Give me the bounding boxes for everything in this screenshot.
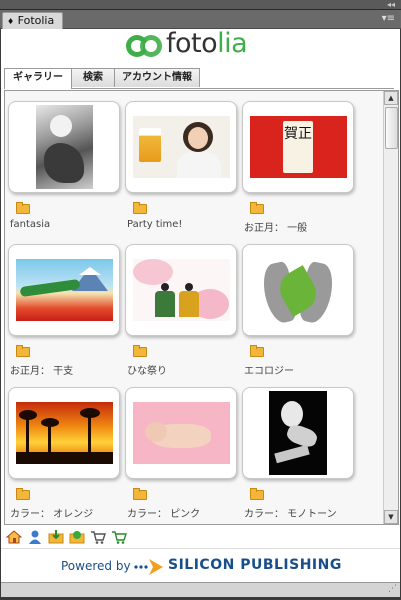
thumbnail-ecology <box>263 253 333 329</box>
powered-by-text: Powered by <box>61 559 131 573</box>
thumbnail-hina-matsuri <box>133 259 230 321</box>
scroll-up-arrow-icon[interactable]: ▲ <box>384 91 398 105</box>
gallery-item[interactable]: カラー： モノトーン <box>242 387 355 524</box>
gallery-item[interactable]: Party time! <box>125 101 238 244</box>
thumbnail-card[interactable] <box>8 244 120 336</box>
tab-account-label: アカウント情報 <box>122 72 192 83</box>
panel-tab-fotolia[interactable]: ♦ Fotolia <box>2 12 64 29</box>
logo-text-foto: foto <box>166 28 218 59</box>
thumbnail-card[interactable] <box>242 244 354 336</box>
thumbnail-new-year-general: 賀正 <box>250 116 347 178</box>
tab-account-info[interactable]: アカウント情報 <box>114 68 200 87</box>
thumbnail-card[interactable] <box>125 101 237 193</box>
thumbnail-color-orange <box>16 402 113 464</box>
gallery-caption: ひな祭り <box>127 366 167 377</box>
gallery-item[interactable]: カラー： オレンジ <box>8 387 121 524</box>
gallery-caption: お正月： 干支 <box>10 366 74 377</box>
folder-icon <box>133 345 147 357</box>
thumbnail-new-year-zodiac <box>16 259 113 321</box>
silicon-publishing-logo-icon <box>134 559 163 575</box>
resize-grip-icon[interactable]: ⋰ <box>388 584 397 594</box>
folder-icon <box>16 488 30 500</box>
thumbnail-card[interactable]: 賀正 <box>242 101 354 193</box>
panel-title: Fotolia <box>17 14 55 27</box>
folder-icon <box>16 345 30 357</box>
gallery-item[interactable]: カラー： ピンク <box>125 387 238 524</box>
thumbnail-party-time <box>133 116 230 178</box>
user-icon[interactable] <box>27 529 43 545</box>
money-folder-icon[interactable] <box>69 529 85 545</box>
folder-icon <box>133 202 147 214</box>
thumbnail-card[interactable] <box>242 387 354 479</box>
status-bar: ⋰ <box>1 582 400 597</box>
tab-gallery-label: ギャラリー <box>13 72 63 83</box>
thumbnail-color-pink <box>133 402 230 464</box>
gallery-item[interactable]: エコロジー <box>242 244 355 387</box>
cart-icon[interactable] <box>90 529 106 545</box>
tab-search-label: 検索 <box>83 72 103 83</box>
thumbnail-kanji: 賀正 <box>284 126 312 142</box>
gallery-item[interactable]: fantasia <box>8 101 121 244</box>
logo-text-lia: lia <box>217 28 248 59</box>
cart-add-icon[interactable] <box>111 529 127 545</box>
folder-icon <box>133 488 147 500</box>
tab-gallery[interactable]: ギャラリー <box>4 68 72 89</box>
scrollbar-thumb[interactable] <box>385 107 398 149</box>
fotolia-tabs: ギャラリー 検索 アカウント情報 <box>4 68 394 89</box>
gallery-grid: fantasia Party time! 賀正 お正月： 一般 お正月： 干支 … <box>4 90 399 525</box>
gallery-caption: お正月： 一般 <box>244 223 308 234</box>
thumbnail-fantasia <box>36 105 93 189</box>
silicon-publishing-text: SILICON PUBLISHING <box>168 557 342 573</box>
gallery-caption: エコロジー <box>244 366 294 377</box>
gallery-item[interactable]: お正月： 干支 <box>8 244 121 387</box>
thumbnail-card[interactable] <box>125 244 237 336</box>
download-folder-icon[interactable] <box>48 529 64 545</box>
fotolia-panel: fotolia ギャラリー 検索 アカウント情報 fantasia Party … <box>1 28 400 596</box>
thumbnail-card[interactable] <box>8 387 120 479</box>
panel-collapse-icon: ♦ <box>7 17 15 26</box>
close-icon[interactable]: ◂◂ <box>387 0 395 9</box>
thumbnail-card[interactable] <box>125 387 237 479</box>
panel-tab-bar: ♦ Fotolia ▾≡ <box>0 10 401 29</box>
gallery-caption: Party time! <box>127 219 183 230</box>
gallery-item[interactable]: ひな祭り <box>125 244 238 387</box>
scroll-down-arrow-icon[interactable]: ▼ <box>384 510 398 524</box>
folder-icon <box>250 488 264 500</box>
gallery-caption: カラー： オレンジ <box>10 509 94 520</box>
gallery-caption: fantasia <box>10 219 51 230</box>
home-icon[interactable] <box>5 529 23 545</box>
folder-icon <box>250 345 264 357</box>
folder-icon <box>16 202 30 214</box>
folder-icon <box>250 202 264 214</box>
thumbnail-color-monotone <box>269 391 327 475</box>
panel-menu-icon[interactable]: ▾≡ <box>382 13 395 24</box>
gallery-caption: カラー： モノトーン <box>244 509 337 520</box>
fotolia-logo-mark <box>126 35 162 57</box>
gallery-scrollbar[interactable]: ▲ ▼ <box>383 91 398 524</box>
tab-search[interactable]: 検索 <box>71 68 115 87</box>
gallery-caption: カラー： ピンク <box>127 509 201 520</box>
gallery-item[interactable]: 賀正 お正月： 一般 <box>242 101 355 244</box>
thumbnail-card[interactable] <box>8 101 120 193</box>
window-top-bar: ◂◂ <box>0 0 401 10</box>
